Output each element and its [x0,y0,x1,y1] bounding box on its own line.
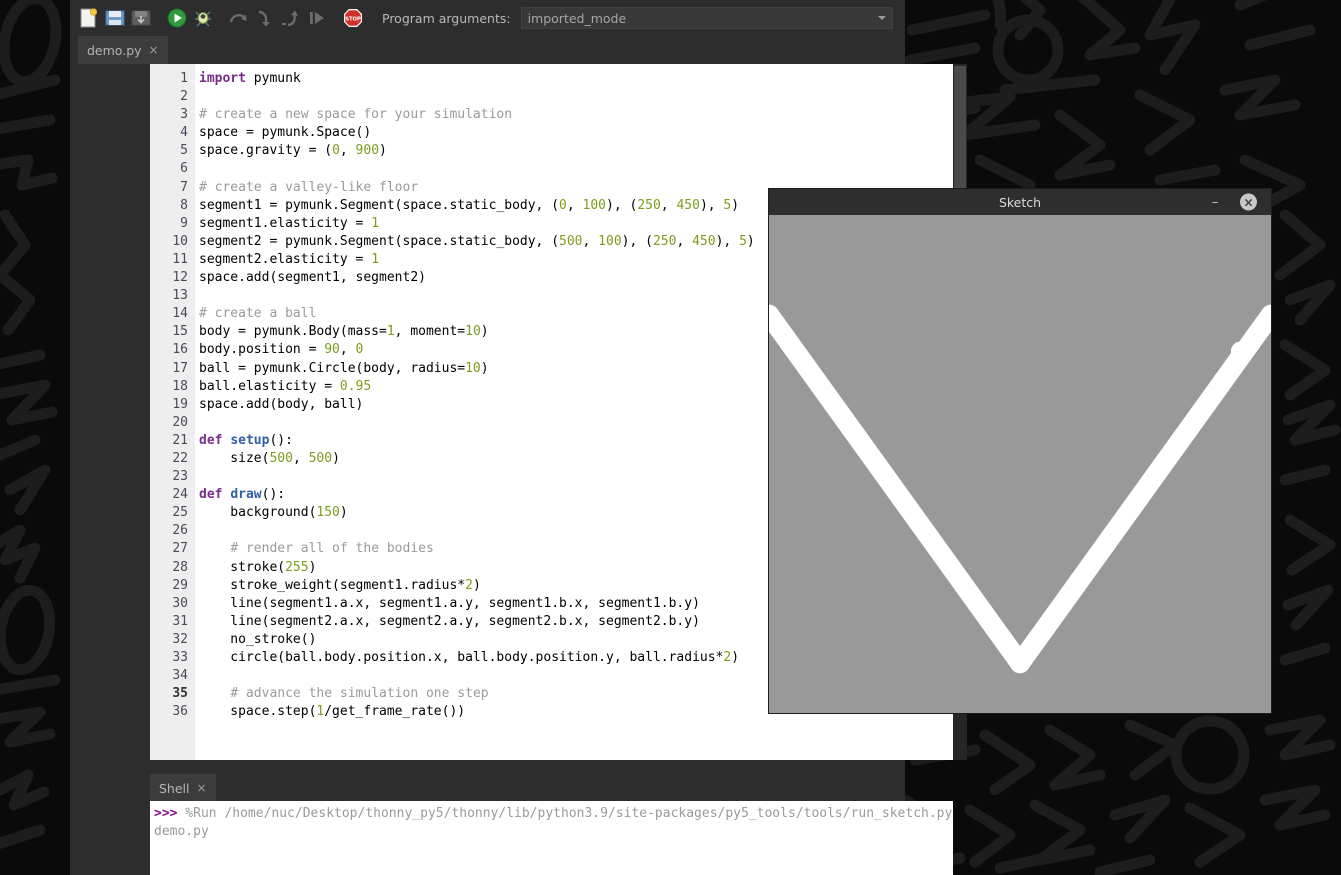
program-arguments-combobox[interactable]: imported_mode [520,7,893,29]
line-number: 26 [172,523,188,539]
shell-tabbar: Shell × [150,774,216,802]
line-number: 30 [172,595,188,611]
ball [1230,341,1251,362]
line-number: 12 [172,270,188,286]
code-line: import pymunk [199,71,301,86]
sketch-window-title: Sketch [998,194,1042,210]
line-number: 33 [172,650,188,665]
line-number: 36 [172,704,188,720]
save-file-icon[interactable] [130,7,152,29]
code-line: # create a new space for your simulation [199,107,513,123]
line-number: 25 [172,505,188,521]
step-into-icon[interactable] [254,7,276,29]
line-number: 6 [180,161,188,177]
line-number: 28 [172,559,188,575]
line-number: 1 [180,71,188,86]
shell-prompt: >>> [154,806,178,821]
line-number: 14 [172,306,188,322]
line-number: 2 [180,89,188,105]
line-number: 34 [172,668,188,684]
line-number: 9 [180,215,188,231]
line-number: 27 [172,541,188,557]
tab-demo-py[interactable]: demo.py × [78,36,168,64]
step-over-icon[interactable] [228,7,250,29]
sketch-titlebar[interactable]: Sketch – × [769,189,1271,215]
line-number: 18 [172,378,188,394]
editor-tabbar: demo.py × [78,36,168,64]
line-number-gutter: 1 2 3 4 5 6 7 8 9 10 11 12 13 14 15 16 1… [150,64,195,760]
line-number: 29 [172,577,188,593]
line-number: 7 [180,179,188,195]
line-number: 20 [172,414,188,430]
shell-command: %Run /home/nuc/Desktop/thonny_py5/thonny… [154,806,953,839]
debug-icon[interactable] [192,7,214,29]
line-number: 17 [172,360,188,376]
line-number: 15 [172,324,188,340]
line-number: 4 [180,125,188,141]
sketch-drawing [769,215,1271,713]
line-number: 21 [172,432,188,448]
new-file-icon[interactable] [78,7,100,29]
line-number: 3 [180,107,188,123]
run-icon[interactable] [166,7,188,29]
chevron-down-icon [878,16,886,20]
sketch-window: Sketch – × [769,189,1271,713]
code-line: space.gravity = (0, 900) [199,143,387,159]
toolbar: STOP Program arguments: imported_mode [70,0,905,36]
code-line: space = pymunk.Space() [199,125,372,141]
stop-icon[interactable]: STOP [342,7,364,29]
line-number: 19 [172,396,188,412]
tab-demo-py-label: demo.py [87,42,142,58]
line-number: 24 [172,487,188,503]
tab-shell-label: Shell [159,780,190,796]
line-number: 22 [172,450,188,466]
resume-icon[interactable] [306,7,328,29]
svg-text:STOP: STOP [345,17,361,23]
close-icon[interactable]: × [149,44,159,56]
minimize-icon[interactable]: – [1207,194,1223,210]
line-number: 11 [172,251,188,267]
step-out-icon[interactable] [280,7,302,29]
line-number: 5 [180,143,188,159]
program-arguments-label: Program arguments: [382,10,511,26]
close-icon[interactable]: × [197,782,207,794]
sketch-canvas[interactable] [769,215,1271,713]
program-arguments-value: imported_mode [527,10,627,26]
line-number: 16 [172,342,188,358]
open-file-icon[interactable] [104,7,126,29]
line-number: 23 [172,469,188,485]
close-icon[interactable]: × [1240,193,1257,211]
line-number: 32 [172,631,188,647]
line-number: 13 [172,288,188,304]
tab-shell[interactable]: Shell × [150,774,216,802]
shell-output[interactable]: >>> %Run /home/nuc/Desktop/thonny_py5/th… [150,801,953,875]
line-number-current: 35 [172,686,188,702]
line-number: 8 [180,197,188,213]
line-number: 10 [172,233,188,249]
line-number: 31 [172,613,188,629]
